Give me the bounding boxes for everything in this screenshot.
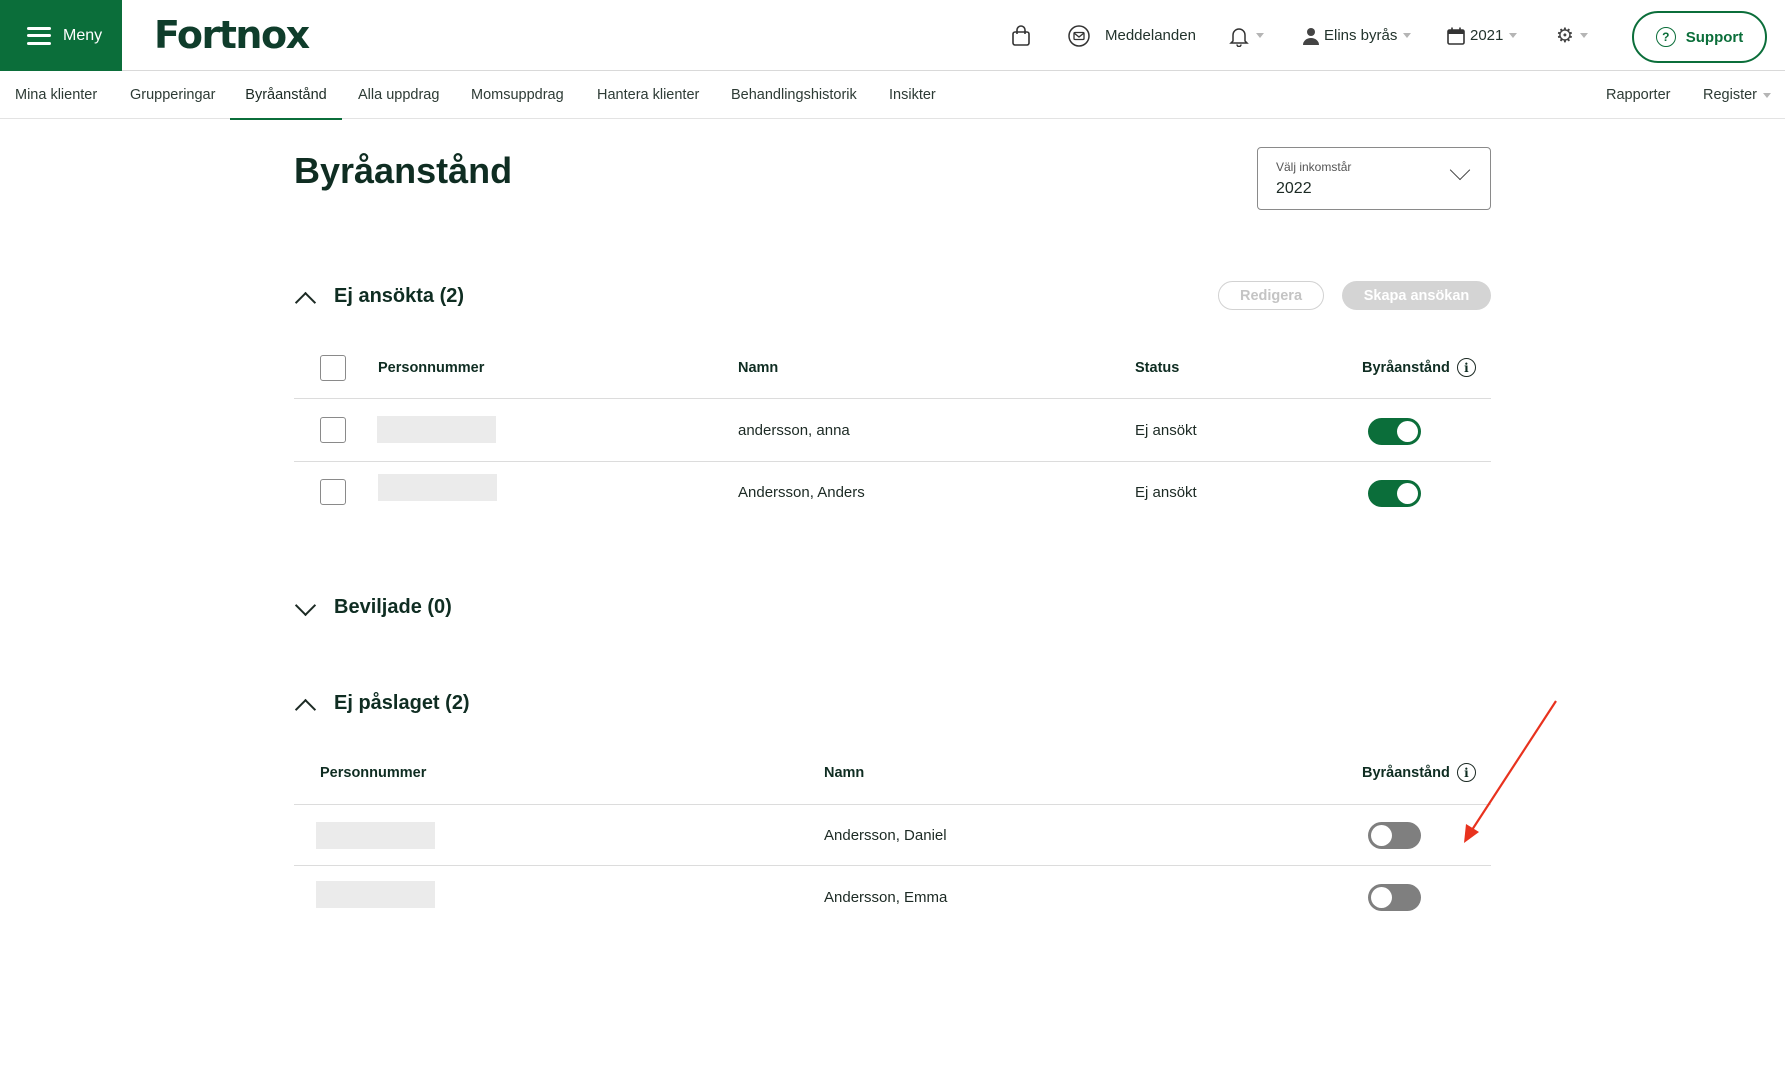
fortnox-logo[interactable]: Fortnox xyxy=(154,13,310,57)
tab-behandlingshistorik[interactable]: Behandlingshistorik xyxy=(731,71,857,119)
tab-mina-klienter[interactable]: Mina klienter xyxy=(15,71,97,119)
column-header-pnr: Personnummer xyxy=(378,360,485,376)
row-name: Andersson, Emma xyxy=(824,889,948,906)
create-application-button[interactable]: Skapa ansökan xyxy=(1342,281,1491,310)
divider xyxy=(294,804,1491,805)
office-label: Elins byrås xyxy=(1324,27,1398,44)
section-title-not-enabled: Ej påslaget (2) xyxy=(334,692,470,714)
masked-pnr xyxy=(377,416,496,443)
tab-alla-uppdrag[interactable]: Alla uppdrag xyxy=(358,71,439,119)
divider xyxy=(294,865,1491,866)
section-title-granted: Beviljade (0) xyxy=(334,596,452,618)
select-all-checkbox[interactable] xyxy=(320,355,346,381)
divider xyxy=(294,398,1491,399)
tab-grupperingar[interactable]: Grupperingar xyxy=(130,71,215,119)
calendar-icon xyxy=(1446,26,1466,46)
question-icon: ? xyxy=(1655,27,1676,47)
masked-pnr xyxy=(378,474,497,501)
income-year-label: Välj inkomstår xyxy=(1276,160,1352,174)
column-header-deferral: Byråanstånd i xyxy=(1362,358,1476,377)
section-toggle-not-enabled[interactable]: Ej påslaget (2) xyxy=(294,692,470,715)
row-status: Ej ansökt xyxy=(1135,422,1197,439)
column-header-pnr: Personnummer xyxy=(320,765,427,781)
tab-byraanstand[interactable]: Byråanstånd xyxy=(230,71,342,120)
column-header-name: Namn xyxy=(738,360,779,376)
top-bar: Meny Fortnox Meddelanden Elins byrås 202… xyxy=(0,0,1785,71)
notifications-button[interactable] xyxy=(1228,0,1264,71)
register-label: Register xyxy=(1703,87,1757,103)
chevron-up-icon xyxy=(294,693,316,715)
column-header-deferral-label: Byråanstånd xyxy=(1362,359,1450,376)
menu-label: Meny xyxy=(63,26,103,44)
toggle-knob xyxy=(1397,421,1418,442)
column-header-name: Namn xyxy=(824,765,865,781)
info-icon[interactable]: i xyxy=(1456,763,1476,782)
masked-pnr xyxy=(316,881,435,908)
page-title: Byråanstånd xyxy=(294,150,513,191)
support-label: Support xyxy=(1685,28,1744,46)
section-title-not-applied: Ej ansökta (2) xyxy=(334,285,465,307)
reports-link[interactable]: Rapporter xyxy=(1606,71,1670,119)
section-toggle-granted[interactable]: Beviljade (0) xyxy=(294,596,452,619)
row-name: Andersson, Anders xyxy=(738,484,865,501)
masked-pnr xyxy=(316,822,435,849)
envelope-icon xyxy=(1067,24,1091,48)
income-year-select[interactable]: Välj inkomstår 2022 xyxy=(1257,147,1491,210)
chevron-down-icon xyxy=(294,597,316,619)
toggle-knob xyxy=(1371,825,1392,846)
chevron-down-icon xyxy=(1403,33,1412,38)
row-status: Ej ansökt xyxy=(1135,484,1197,501)
register-menu[interactable]: Register xyxy=(1703,71,1771,119)
column-header-deferral: Byråanstånd i xyxy=(1362,763,1476,782)
menu-button[interactable]: Meny xyxy=(0,0,122,71)
chevron-down-icon xyxy=(1579,33,1588,38)
deferral-toggle[interactable] xyxy=(1368,480,1421,507)
column-header-deferral-label: Byråanstånd xyxy=(1362,764,1450,781)
deferral-toggle[interactable] xyxy=(1368,418,1421,445)
sub-navigation: Mina klienter Grupperingar Byråanstånd A… xyxy=(0,71,1785,120)
chevron-down-icon xyxy=(1509,33,1518,38)
divider xyxy=(294,461,1491,462)
year-label: 2021 xyxy=(1470,27,1504,44)
row-name: Andersson, Daniel xyxy=(824,827,947,844)
chevron-down-icon xyxy=(1256,33,1264,38)
tab-momsuppdrag[interactable]: Momsuppdrag xyxy=(471,71,564,119)
column-header-status: Status xyxy=(1135,360,1180,376)
section-toggle-not-applied[interactable]: Ej ansökta (2) xyxy=(294,285,464,308)
toggle-knob xyxy=(1371,887,1392,908)
shopping-bag-icon[interactable] xyxy=(1010,0,1032,71)
gear-icon: ⚙ xyxy=(1556,24,1574,47)
deferral-toggle[interactable] xyxy=(1368,822,1421,849)
user-icon xyxy=(1302,27,1320,45)
deferral-toggle[interactable] xyxy=(1368,884,1421,911)
year-selector[interactable]: 2021 xyxy=(1446,0,1518,71)
bell-icon xyxy=(1228,25,1250,47)
toggle-knob xyxy=(1397,483,1418,504)
chevron-down-icon xyxy=(1763,92,1771,98)
tab-insikter[interactable]: Insikter xyxy=(889,71,936,119)
messages-label: Meddelanden xyxy=(1105,27,1196,44)
support-button[interactable]: ? Support xyxy=(1632,11,1767,63)
hamburger-icon xyxy=(27,26,51,45)
row-name: andersson, anna xyxy=(738,422,850,439)
chevron-up-icon xyxy=(294,286,316,308)
row-checkbox[interactable] xyxy=(320,479,346,505)
office-selector[interactable]: Elins byrås xyxy=(1302,0,1412,71)
income-year-value: 2022 xyxy=(1276,180,1312,197)
settings-button[interactable]: ⚙ xyxy=(1556,0,1588,71)
info-icon[interactable]: i xyxy=(1456,358,1476,377)
tab-hantera-klienter[interactable]: Hantera klienter xyxy=(597,71,699,119)
row-checkbox[interactable] xyxy=(320,417,346,443)
messages-button[interactable]: Meddelanden xyxy=(1067,0,1196,71)
edit-button[interactable]: Redigera xyxy=(1218,281,1324,310)
